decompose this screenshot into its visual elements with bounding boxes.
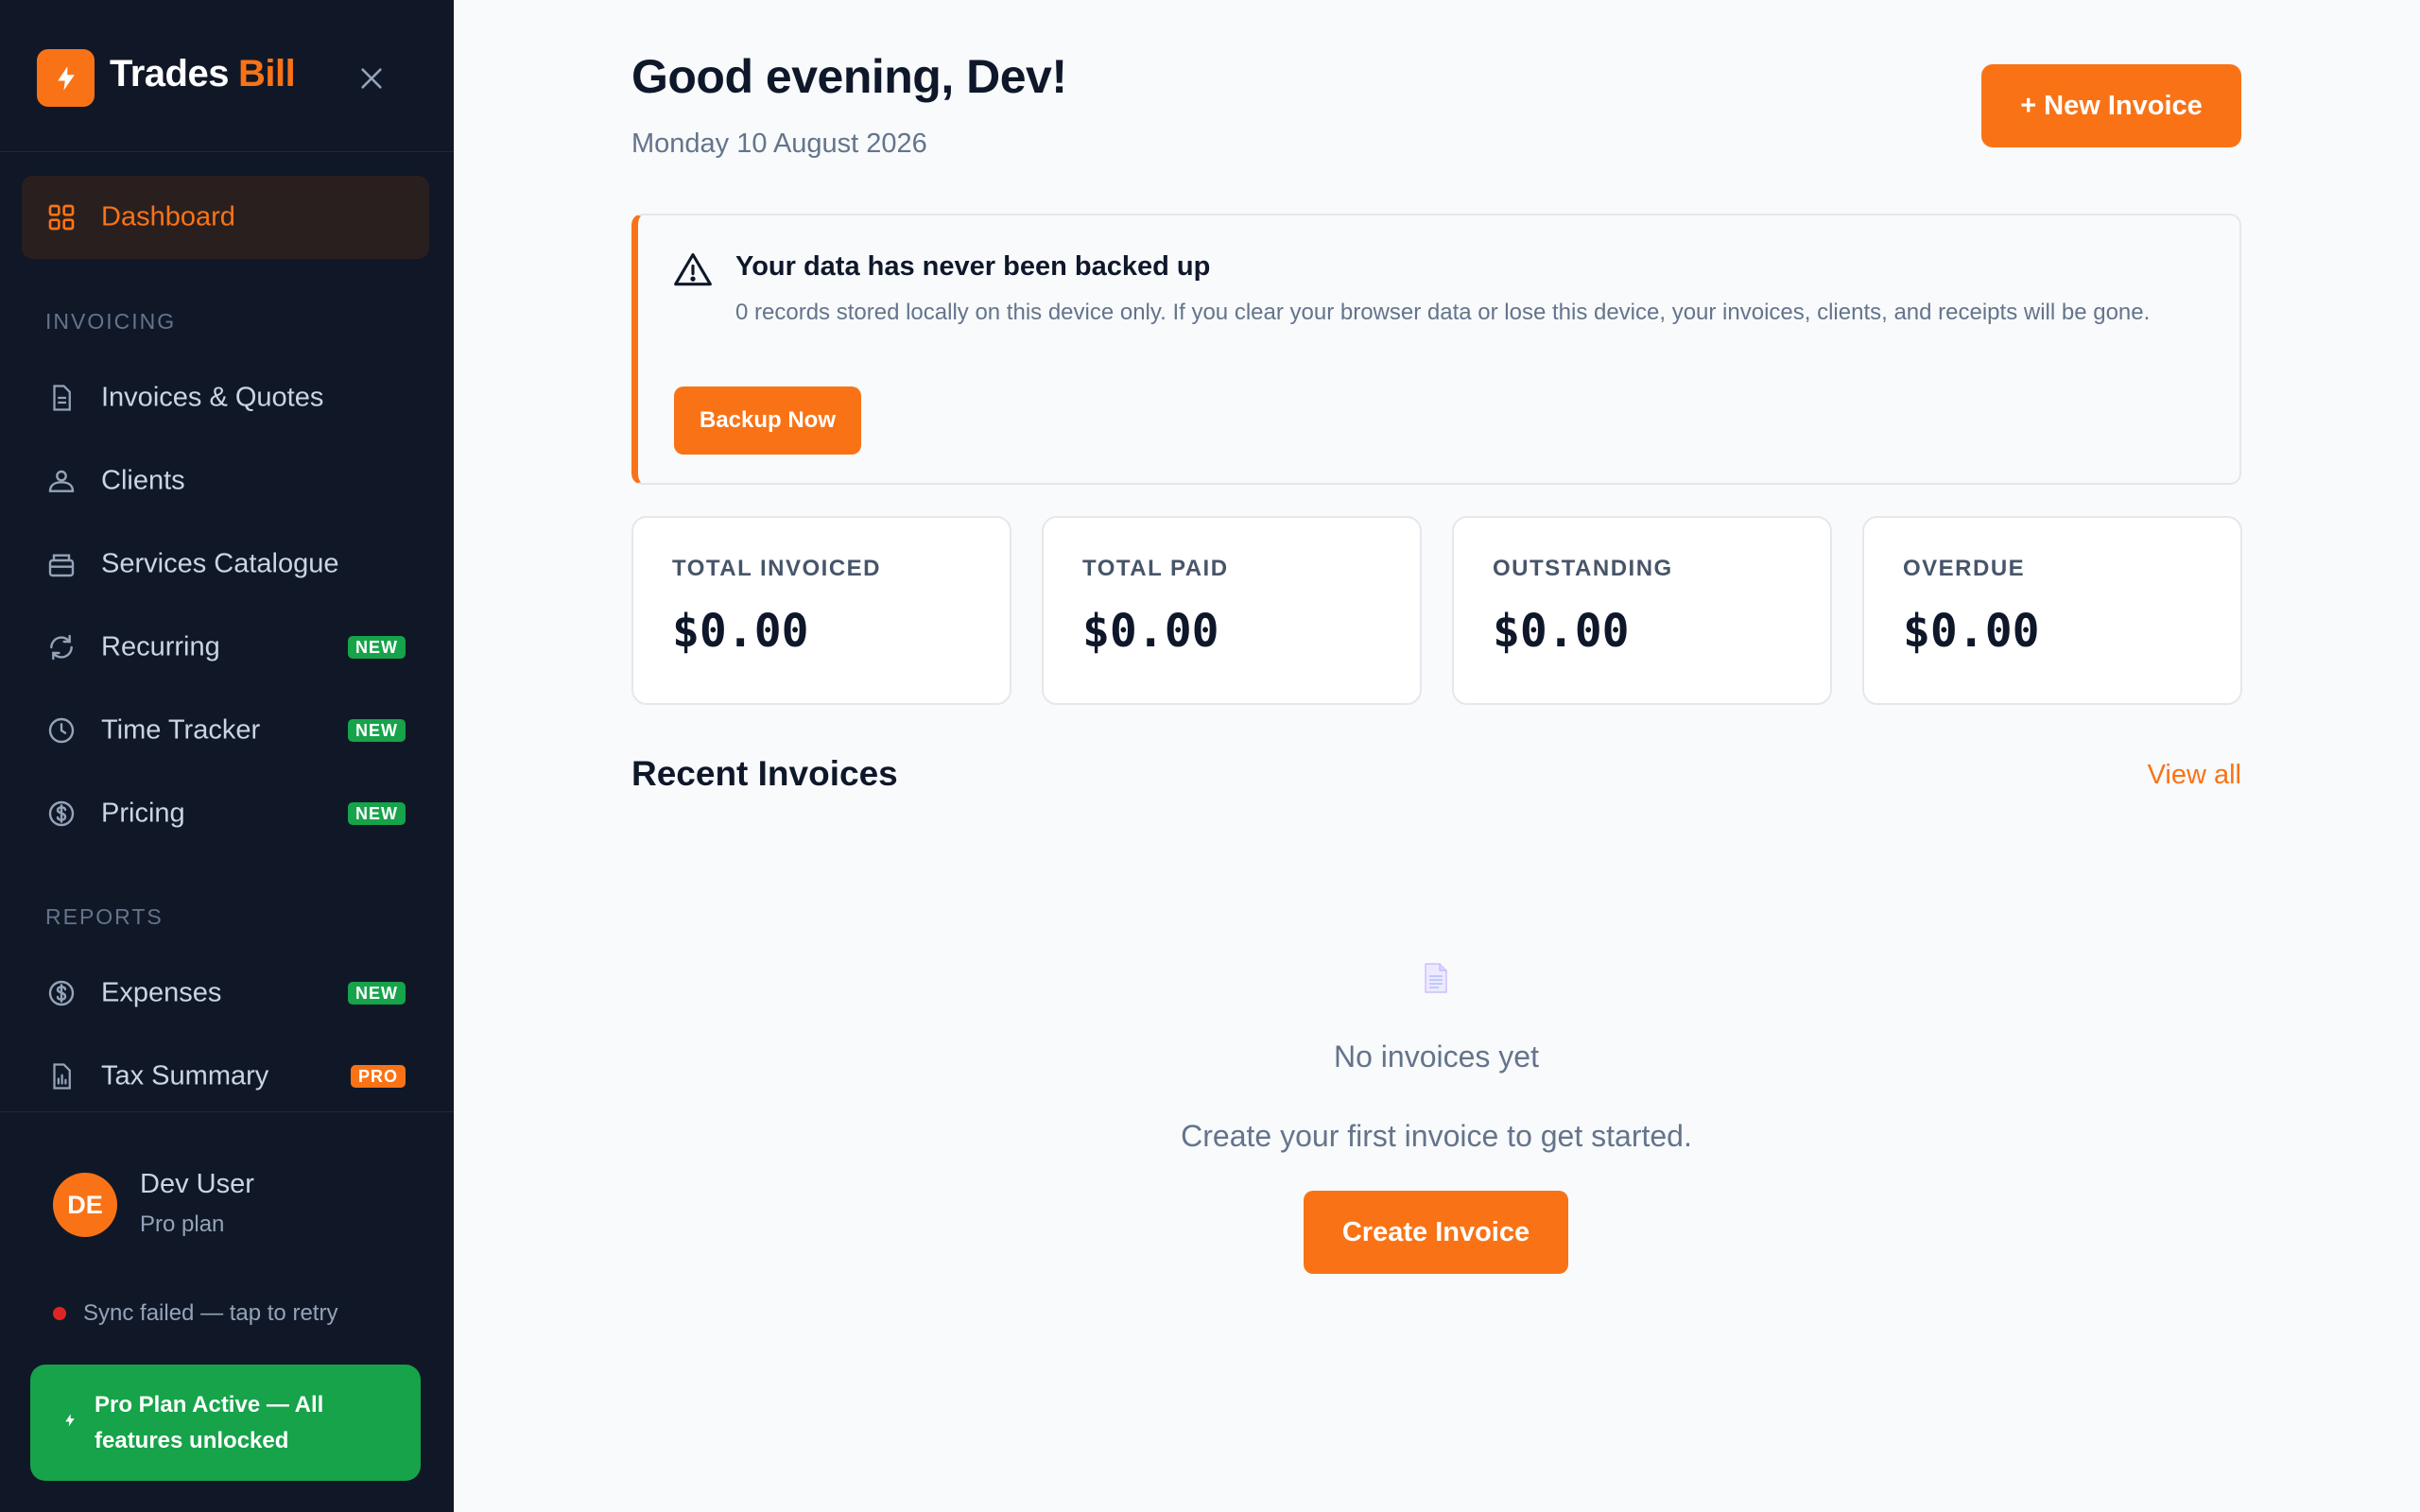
- sidebar-item-label: Dashboard: [101, 201, 235, 232]
- pro-plan-text: Pro Plan Active — All features unlocked: [95, 1391, 324, 1453]
- avatar[interactable]: DE: [53, 1173, 117, 1237]
- sync-status-text: Sync failed — tap to retry: [83, 1300, 338, 1326]
- pro-plan-banner[interactable]: Pro Plan Active — All features unlocked: [30, 1365, 421, 1481]
- sidebar-item-pricing[interactable]: Pricing NEW: [22, 781, 429, 847]
- user-plan: Pro plan: [140, 1211, 225, 1237]
- empty-state: No invoices yet Create your first invoic…: [631, 0, 2241, 1512]
- sidebar-item-label: Expenses: [101, 977, 222, 1008]
- users-icon: [44, 464, 78, 498]
- sidebar-item-dashboard-content[interactable]: Dashboard: [22, 184, 429, 250]
- sidebar: Trades Bill Dashboard INVOICING Invoices …: [0, 0, 454, 1512]
- brand-header: Trades Bill: [0, 0, 454, 152]
- sidebar-item-label: Time Tracker: [101, 714, 261, 746]
- empty-state-title: No invoices yet: [1334, 1040, 1539, 1074]
- sidebar-item-clients[interactable]: Clients: [22, 448, 429, 514]
- dollar-circle-icon: [44, 976, 78, 1010]
- sidebar-item-label: Pricing: [101, 798, 185, 829]
- section-label-invoicing: INVOICING: [45, 309, 177, 334]
- sidebar-item-expenses[interactable]: Expenses NEW: [22, 960, 429, 1026]
- sidebar-item-recurring[interactable]: Recurring NEW: [22, 614, 429, 680]
- bolt-icon: [62, 1413, 78, 1433]
- sidebar-item-label: Invoices & Quotes: [101, 382, 324, 413]
- sidebar-item-time-tracker[interactable]: Time Tracker NEW: [22, 697, 429, 764]
- close-icon[interactable]: [352, 59, 391, 98]
- brand-name-accent: Bill: [237, 53, 296, 94]
- empty-state-subtitle: Create your first invoice to get started…: [1181, 1119, 1692, 1153]
- new-badge: NEW: [348, 719, 406, 742]
- new-badge: NEW: [348, 802, 406, 825]
- report-icon: [44, 1059, 78, 1093]
- sidebar-divider: [0, 1111, 454, 1112]
- sidebar-item-label: Tax Summary: [101, 1060, 269, 1091]
- create-invoice-button[interactable]: Create Invoice: [1304, 1191, 1568, 1274]
- sidebar-item-label: Services Catalogue: [101, 548, 339, 579]
- brand-name: Trades Bill: [110, 53, 296, 94]
- new-badge: NEW: [348, 636, 406, 659]
- sync-status-button[interactable]: Sync failed — tap to retry: [53, 1300, 337, 1327]
- catalogue-icon: [44, 547, 78, 581]
- user-name: Dev User: [140, 1169, 254, 1199]
- clock-icon: [44, 713, 78, 747]
- sidebar-item-label: Recurring: [101, 631, 220, 662]
- new-badge: NEW: [348, 982, 406, 1005]
- sidebar-item-tax-summary[interactable]: Tax Summary PRO: [22, 1043, 429, 1109]
- pro-badge: PRO: [350, 1065, 406, 1088]
- document-icon: [44, 381, 78, 415]
- sidebar-item-invoices[interactable]: Invoices & Quotes: [22, 365, 429, 431]
- grid-icon: [44, 200, 78, 234]
- dollar-circle-icon: [44, 797, 78, 831]
- sidebar-item-services-catalogue[interactable]: Services Catalogue: [22, 531, 429, 597]
- sync-error-dot: [53, 1307, 66, 1320]
- section-label-reports: REPORTS: [45, 904, 164, 929]
- bolt-icon: [37, 49, 95, 107]
- sidebar-item-label: Clients: [101, 465, 185, 496]
- refresh-icon: [44, 630, 78, 664]
